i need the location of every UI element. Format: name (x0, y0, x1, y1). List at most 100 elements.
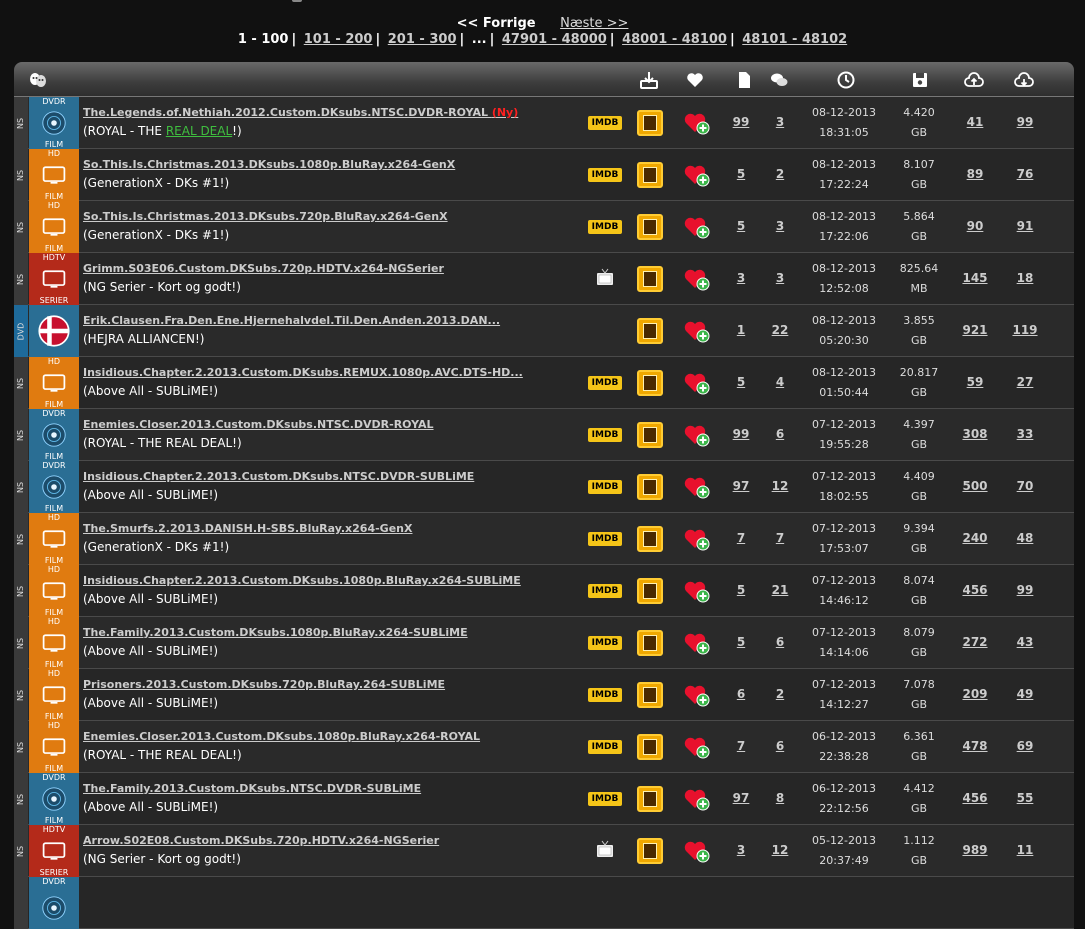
download-button[interactable] (637, 214, 663, 240)
leechers-link[interactable]: 55 (1004, 791, 1046, 805)
download-button[interactable] (637, 682, 663, 708)
file-icon[interactable] (732, 69, 756, 91)
imdb-badge[interactable]: IMDB (588, 792, 622, 806)
add-favorite-icon[interactable] (684, 839, 710, 863)
add-favorite-icon[interactable] (684, 683, 710, 707)
seeders-link[interactable]: 500 (954, 479, 996, 493)
download-button[interactable] (637, 318, 663, 344)
files-count-link[interactable]: 1 (726, 323, 756, 337)
download-icon[interactable] (637, 69, 661, 91)
add-favorite-icon[interactable] (684, 475, 710, 499)
add-favorite-icon[interactable] (684, 631, 710, 655)
leechers-link[interactable]: 99 (1004, 115, 1046, 129)
tv-icon[interactable] (596, 840, 616, 860)
seeders-link[interactable]: 89 (954, 167, 996, 181)
comments-count-link[interactable]: 12 (766, 843, 794, 857)
download-button[interactable] (637, 474, 663, 500)
leechers-link[interactable]: 119 (1004, 323, 1046, 337)
seeders-link[interactable]: 478 (954, 739, 996, 753)
seeders-link[interactable]: 240 (954, 531, 996, 545)
seeders-link[interactable]: 59 (954, 375, 996, 389)
seeders-link[interactable]: 209 (954, 687, 996, 701)
add-favorite-icon[interactable] (684, 579, 710, 603)
imdb-badge[interactable]: IMDB (588, 740, 622, 754)
comments-count-link[interactable]: 2 (766, 687, 794, 701)
page-link[interactable]: 201 - 300 (388, 32, 457, 47)
category-icon[interactable]: HD FILM (29, 357, 79, 409)
upload-cloud-icon[interactable] (962, 69, 986, 91)
imdb-badge[interactable]: IMDB (588, 220, 622, 234)
comments-count-link[interactable]: 8 (766, 791, 794, 805)
files-count-link[interactable]: 3 (726, 271, 756, 285)
torrent-title-link[interactable]: The.Family.2013.Custom.DKsubs.NTSC.DVDR-… (83, 782, 421, 795)
leechers-link[interactable]: 49 (1004, 687, 1046, 701)
add-favorite-icon[interactable] (684, 319, 710, 343)
files-count-link[interactable]: 99 (726, 427, 756, 441)
next-link[interactable]: Næste >> (560, 16, 628, 31)
add-favorite-icon[interactable] (684, 371, 710, 395)
comments-count-link[interactable]: 6 (766, 427, 794, 441)
torrent-title-link[interactable]: So.This.Is.Christmas.2013.DKsubs.1080p.B… (83, 158, 455, 171)
seeders-link[interactable]: 90 (954, 219, 996, 233)
torrent-title-link[interactable]: Arrow.S02E08.Custom.DKSubs.720p.HDTV.x26… (83, 834, 439, 847)
files-count-link[interactable]: 5 (726, 583, 756, 597)
download-button[interactable] (637, 786, 663, 812)
torrent-title-link[interactable]: Insidious.Chapter.2.2013.Custom.DKsubs.N… (83, 470, 474, 483)
leechers-link[interactable]: 11 (1004, 843, 1046, 857)
comments-icon[interactable] (767, 69, 791, 91)
files-count-link[interactable]: 5 (726, 635, 756, 649)
files-count-link[interactable]: 97 (726, 479, 756, 493)
imdb-badge[interactable]: IMDB (588, 376, 622, 390)
download-button[interactable] (637, 422, 663, 448)
seeders-link[interactable]: 145 (954, 271, 996, 285)
add-favorite-icon[interactable] (684, 787, 710, 811)
files-count-link[interactable]: 5 (726, 167, 756, 181)
download-button[interactable] (637, 630, 663, 656)
imdb-badge[interactable]: IMDB (588, 428, 622, 442)
leechers-link[interactable]: 70 (1004, 479, 1046, 493)
save-icon[interactable] (908, 69, 932, 91)
tv-icon[interactable] (596, 268, 616, 288)
leechers-link[interactable]: 76 (1004, 167, 1046, 181)
torrent-title-link[interactable]: Erik.Clausen.Fra.Den.Ene.Hjernehalvdel.T… (83, 314, 500, 327)
seeders-link[interactable]: 921 (954, 323, 996, 337)
add-favorite-icon[interactable] (684, 527, 710, 551)
seeders-link[interactable]: 989 (954, 843, 996, 857)
torrent-title-link[interactable]: Insidious.Chapter.2.2013.Custom.DKsubs.R… (83, 366, 523, 379)
comments-count-link[interactable]: 22 (766, 323, 794, 337)
seeders-link[interactable]: 308 (954, 427, 996, 441)
leechers-link[interactable]: 69 (1004, 739, 1046, 753)
masks-icon[interactable] (26, 69, 50, 91)
category-icon[interactable] (29, 305, 79, 357)
comments-count-link[interactable]: 21 (766, 583, 794, 597)
torrent-title-link[interactable]: The.Smurfs.2.2013.DANISH.H-SBS.BluRay.x2… (83, 522, 412, 535)
download-button[interactable] (637, 266, 663, 292)
leechers-link[interactable]: 99 (1004, 583, 1046, 597)
download-button[interactable] (637, 734, 663, 760)
leechers-link[interactable]: 48 (1004, 531, 1046, 545)
category-icon[interactable]: HD FILM (29, 513, 79, 565)
comments-count-link[interactable]: 6 (766, 635, 794, 649)
download-button[interactable] (637, 162, 663, 188)
download-button[interactable] (637, 578, 663, 604)
download-button[interactable] (637, 370, 663, 396)
leechers-link[interactable]: 18 (1004, 271, 1046, 285)
page-link[interactable]: 48101 - 48102 (742, 32, 847, 47)
files-count-link[interactable]: 3 (726, 843, 756, 857)
imdb-badge[interactable]: IMDB (588, 168, 622, 182)
files-count-link[interactable]: 7 (726, 531, 756, 545)
category-icon[interactable]: HD FILM (29, 721, 79, 773)
seeders-link[interactable]: 456 (954, 791, 996, 805)
category-icon[interactable]: HDTV SERIER (29, 253, 79, 305)
leechers-link[interactable]: 33 (1004, 427, 1046, 441)
files-count-link[interactable]: 5 (726, 375, 756, 389)
imdb-badge[interactable]: IMDB (588, 480, 622, 494)
files-count-link[interactable]: 97 (726, 791, 756, 805)
comments-count-link[interactable]: 3 (766, 115, 794, 129)
download-button[interactable] (637, 838, 663, 864)
category-icon[interactable]: HD FILM (29, 565, 79, 617)
download-button[interactable] (637, 110, 663, 136)
clock-icon[interactable] (834, 69, 858, 91)
prev-link[interactable]: << Forrige (457, 16, 536, 31)
files-count-link[interactable]: 99 (726, 115, 756, 129)
